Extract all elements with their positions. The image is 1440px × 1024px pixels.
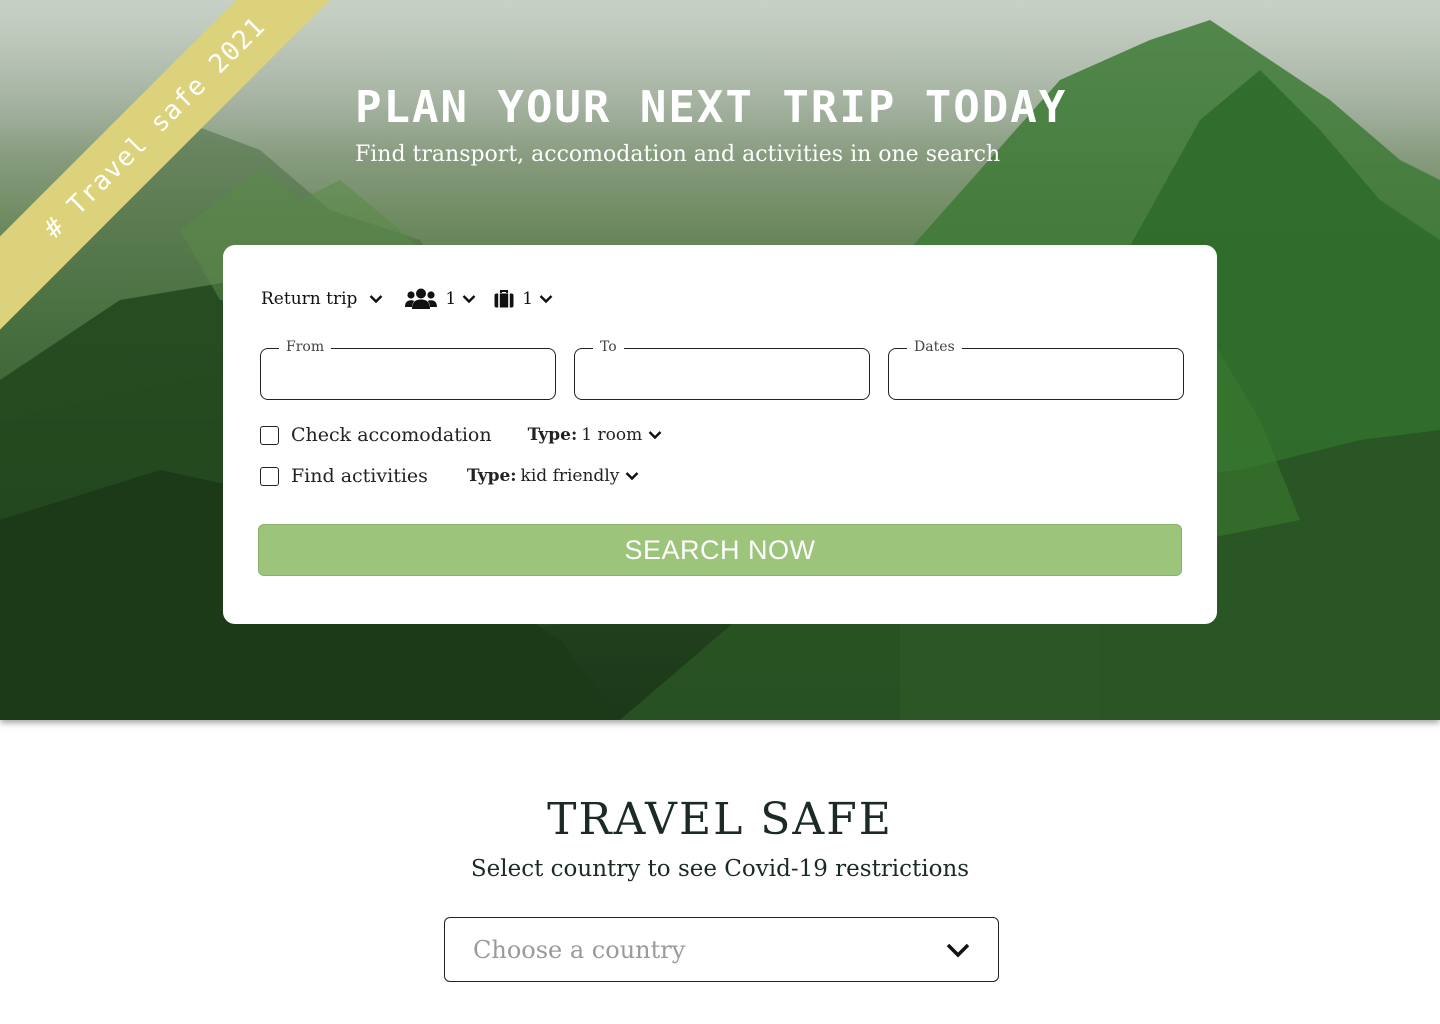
trip-type-value: Return trip [261,289,358,309]
travel-safe-subtitle: Select country to see Covid-19 restricti… [470,856,970,882]
country-select-placeholder: Choose a country [473,935,686,964]
travellers-dropdown[interactable]: 1 [405,288,476,310]
accomodation-label: Check accomodation [291,424,492,446]
trip-options: Return trip 1 1 [261,287,553,311]
activities-label: Find activities [291,465,428,487]
from-label: From [279,339,332,355]
activities-type-dropdown[interactable]: Type: kid friendly [467,466,639,486]
travel-safe-title: TRAVEL SAFE [547,794,893,845]
accomodation-type-label: Type: [527,425,578,445]
accomodation-row: Check accomodation Type: 1 room [260,422,662,448]
activities-checkbox[interactable] [260,466,279,486]
travellers-count: 1 [445,289,457,309]
accomodation-type-value: 1 room [581,425,643,445]
suitcase-icon [494,290,514,308]
chevron-down-icon [626,472,639,481]
to-input[interactable] [575,349,869,399]
luggage-count: 1 [522,289,534,309]
activities-type-value: kid friendly [520,466,620,486]
luggage-dropdown[interactable]: 1 [494,289,553,309]
hero-subtitle: Find transport, accomodation and activit… [355,142,1001,167]
activities-type-label: Type: [466,466,517,486]
dates-field: Dates [888,339,1184,400]
from-input[interactable] [261,349,555,399]
to-label: To [593,339,624,355]
accomodation-type-dropdown[interactable]: Type: 1 room [528,425,663,445]
trip-type-dropdown[interactable]: Return trip [261,289,383,309]
search-card: Return trip 1 1 From To Dates Check acco… [223,245,1217,624]
chevron-down-icon [462,295,476,304]
chevron-down-icon [648,431,662,440]
country-select[interactable]: Choose a country [444,917,999,982]
chevron-down-icon [370,295,383,304]
from-field: From [260,339,556,400]
chevron-down-icon [946,943,970,957]
dates-label: Dates [907,339,962,355]
hero-title: PLAN YOUR NEXT TRIP TODAY [355,82,1068,133]
activities-row: Find activities Type: kid friendly [260,463,639,489]
users-icon [405,288,438,309]
dates-input[interactable] [889,349,1183,399]
to-field: To [574,339,870,400]
accomodation-checkbox[interactable] [260,425,279,445]
hero-section: # Travel safe 2021 PLAN YOUR NEXT TRIP T… [0,0,1440,720]
chevron-down-icon [539,295,553,304]
search-now-button[interactable]: SEARCH NOW [258,524,1182,576]
